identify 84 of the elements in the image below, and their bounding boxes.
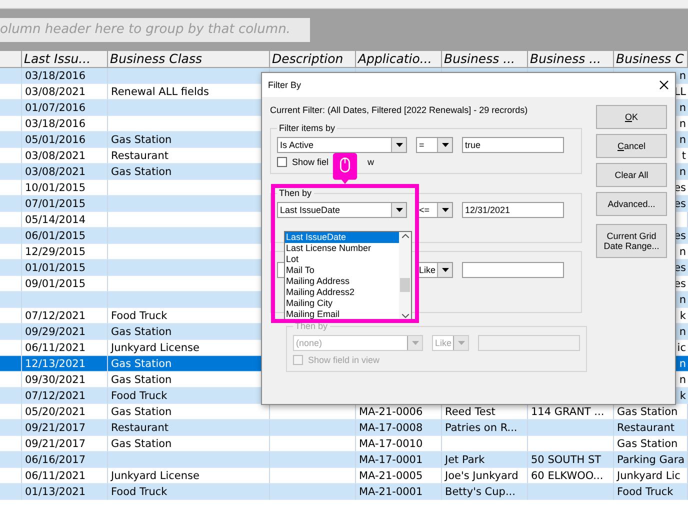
table-cell: 06/01/2015 xyxy=(25,230,86,242)
table-cell: 60 ELKWOO... xyxy=(531,470,604,482)
window-title: Filter By xyxy=(268,80,302,90)
table-cell: 05/01/2016 xyxy=(25,134,86,146)
table-cell: 09/21/2017 xyxy=(25,438,86,450)
table-cell: Gas Station xyxy=(111,134,172,146)
table-cell: MA-17-0001 xyxy=(359,454,423,466)
table-cell: 03/08/2021 xyxy=(25,86,86,98)
table-cell: n xyxy=(679,294,686,306)
group-title: Filter items by xyxy=(278,123,336,133)
table-cell: Restaurant xyxy=(617,422,674,434)
table-cell: n xyxy=(679,70,686,82)
table-cell: Parking Gara xyxy=(617,454,685,466)
table-cell: Reed Test xyxy=(445,406,496,418)
table-cell: Food Truck xyxy=(111,310,168,322)
table-cell: 03/18/2016 xyxy=(25,118,86,130)
current-filter-text: Current Filter: (All Dates, Filtered [2022 Renewals] - 29 recrords) xyxy=(270,105,529,115)
table-cell: 03/08/2021 xyxy=(25,166,86,178)
table-cell: Restaurant xyxy=(111,422,168,434)
table-cell: MA-21-0001 xyxy=(359,486,423,498)
table-cell: 01/13/2021 xyxy=(25,486,86,498)
table-cell: Food Truck xyxy=(111,390,168,402)
table-cell: k xyxy=(680,310,686,322)
table-cell: 01/01/2015 xyxy=(25,262,86,274)
table-cell: 07/01/2015 xyxy=(25,198,86,210)
table-cell: MA-17-0010 xyxy=(359,438,423,450)
checkbox-label: w xyxy=(368,157,374,167)
table-cell: 05/14/2014 xyxy=(25,214,86,226)
group-title: Then by xyxy=(294,321,329,331)
table-cell: Gas Station xyxy=(111,438,172,450)
table-cell: 09/30/2021 xyxy=(25,374,86,386)
table-cell: n xyxy=(679,358,686,370)
group-by-panel: olumn header here to group by that column. xyxy=(0,18,310,42)
table-cell: Food Truck xyxy=(617,486,674,498)
table-cell: 06/11/2021 xyxy=(25,342,86,354)
table-cell: Renewal ALL fields xyxy=(111,86,210,98)
table-cell: 06/11/2021 xyxy=(25,470,86,482)
table-cell: n xyxy=(679,166,686,178)
table-cell: 01/07/2016 xyxy=(25,102,86,114)
table-cell: Jet Park xyxy=(445,454,485,466)
table-cell: MA-21-0005 xyxy=(359,470,423,482)
table-cell: 50 SOUTH ST xyxy=(531,454,602,466)
table-cell: Joe's Junkyard xyxy=(445,470,518,482)
table-cell: Restaurant xyxy=(111,150,168,162)
table-cell: n xyxy=(679,326,686,338)
table-cell: 12/13/2021 xyxy=(25,358,86,370)
table-cell: Gas Station xyxy=(111,326,172,338)
table-cell: MA-21-0006 xyxy=(359,406,423,418)
table-cell: 07/12/2021 xyxy=(25,310,86,322)
table-cell: Gas Station xyxy=(111,358,172,370)
table-cell: n xyxy=(679,118,686,130)
group-title: Then by xyxy=(278,188,313,198)
table-cell: Gas Station xyxy=(617,406,678,418)
table-cell: 05/20/2021 xyxy=(25,406,86,418)
table-cell: 09/01/2015 xyxy=(25,278,86,290)
table-cell: Junkyard License xyxy=(111,470,200,482)
table-cell: Junkyard License xyxy=(111,342,200,354)
table-cell: 09/21/2017 xyxy=(25,422,86,434)
table-cell: n xyxy=(679,102,686,114)
table-cell: 114 GRANT ... xyxy=(531,406,604,418)
table-cell: Gas Station xyxy=(111,374,172,386)
table-cell: n xyxy=(679,134,686,146)
table-cell: 12/29/2015 xyxy=(25,246,86,258)
table-cell: 03/08/2021 xyxy=(25,150,86,162)
table-cell: n xyxy=(679,374,686,386)
table-cell: Gas Station xyxy=(111,166,172,178)
checkbox-label: Show field in view xyxy=(308,355,380,365)
checkbox-label: Show fiel xyxy=(292,157,329,167)
table-cell: Gas Station xyxy=(111,406,172,418)
table-cell: Gas Station xyxy=(617,438,678,450)
table-cell: 03/18/2016 xyxy=(25,70,86,82)
table-cell: Junkyard Lic xyxy=(617,470,680,482)
table-cell: t xyxy=(682,150,686,162)
table-cell: Food Truck xyxy=(111,486,168,498)
table-cell: ic xyxy=(677,342,686,354)
table-cell: 07/12/2021 xyxy=(25,390,86,402)
table-cell: Patries on R... xyxy=(445,422,518,434)
table-cell: 09/29/2021 xyxy=(25,326,86,338)
table-cell: n xyxy=(679,246,686,258)
table-cell: k xyxy=(680,390,686,402)
table-cell: 06/16/2017 xyxy=(25,454,86,466)
table-cell: MA-17-0008 xyxy=(359,422,423,434)
table-cell: 10/01/2015 xyxy=(25,182,86,194)
table-cell: Betty's Cup... xyxy=(445,486,516,498)
